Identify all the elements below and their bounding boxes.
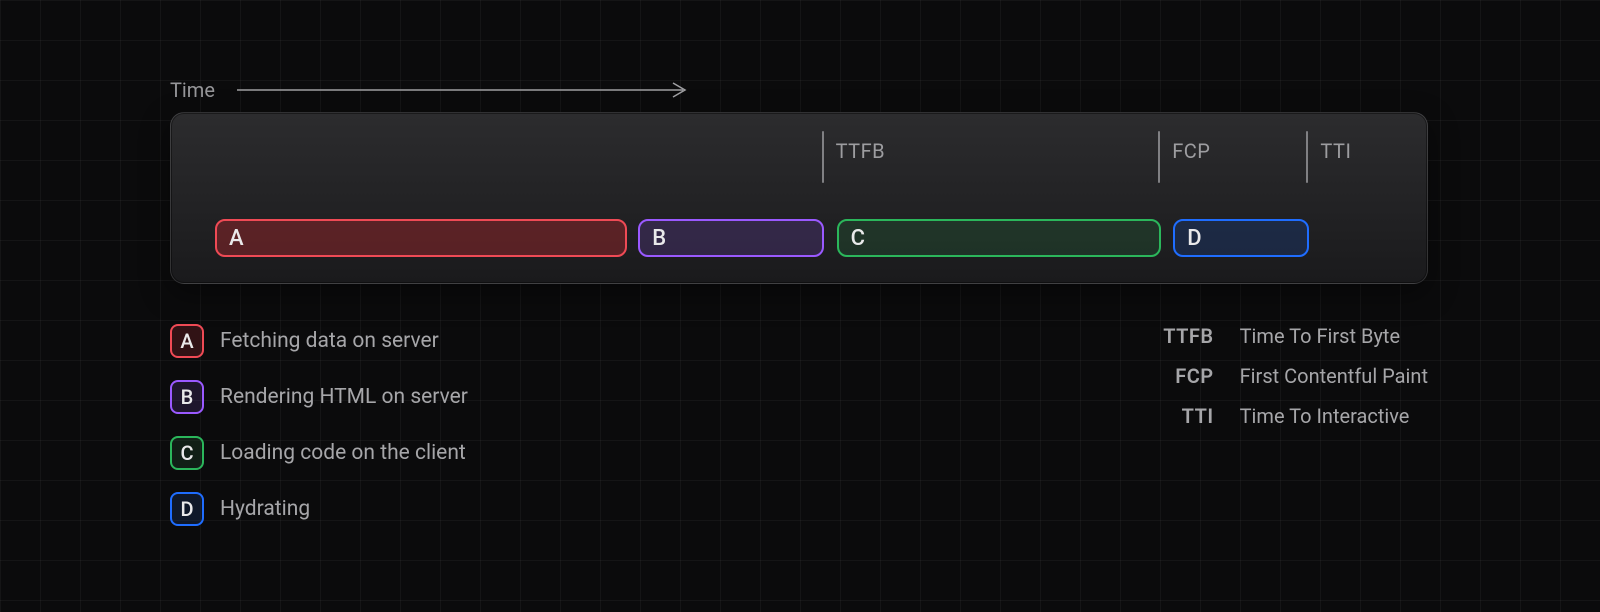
marker-label: FCP [1172,139,1210,163]
phase-legend-row-C: C Loading code on the client [170,436,468,470]
phase-desc: Hydrating [220,497,310,521]
phase-swatch-letter: A [180,329,193,353]
time-axis-label: Time [170,78,215,102]
metric-row-fcp: FCP First Contentful Paint [1154,364,1428,388]
timeline-bar-D: D [1173,219,1309,257]
timeline-bar-C: C [837,219,1161,257]
phase-desc: Loading code on the client [220,441,466,465]
metric-abbr: TTFB [1154,324,1214,348]
metric-full: Time To Interactive [1240,404,1410,428]
phase-swatch-letter: B [181,385,194,409]
phase-legend: A Fetching data on server B Rendering HTML … [170,324,468,526]
phase-swatch-letter: C [180,441,193,465]
bar-letter: D [1187,226,1201,251]
marker-tick-icon [1158,131,1160,183]
arrow-right-icon [237,81,697,99]
timeline-bars: A B C D [171,219,1427,257]
phase-swatch-letter: D [180,497,193,521]
metric-abbr: TTI [1154,404,1214,428]
phase-swatch-D: D [170,492,204,526]
metric-full: First Contentful Paint [1240,364,1428,388]
phase-desc: Rendering HTML on server [220,385,468,409]
marker-label: TTI [1320,139,1351,163]
bar-letter: C [851,226,865,251]
marker-label: TTFB [836,139,886,163]
timeline-bar-A: A [215,219,627,257]
metric-row-ttfb: TTFB Time To First Byte [1154,324,1428,348]
phase-legend-row-A: A Fetching data on server [170,324,468,358]
metric-abbr: FCP [1154,364,1214,388]
phase-legend-row-D: D Hydrating [170,492,468,526]
metrics-legend: TTFB Time To First Byte FCP First Contentfu… [1154,324,1428,428]
phase-desc: Fetching data on server [220,329,439,353]
bar-letter: A [229,226,244,251]
time-axis: Time [170,78,697,102]
timeline-panel: TTFB FCP TTI A B C D [170,112,1428,284]
marker-tick-icon [1306,131,1308,183]
bar-letter: B [652,226,666,251]
timeline-bar-B: B [638,219,824,257]
marker-tick-icon [822,131,824,183]
phase-swatch-B: B [170,380,204,414]
metric-full: Time To First Byte [1240,324,1400,348]
metric-row-tti: TTI Time To Interactive [1154,404,1428,428]
phase-swatch-C: C [170,436,204,470]
phase-legend-row-B: B Rendering HTML on server [170,380,468,414]
phase-swatch-A: A [170,324,204,358]
